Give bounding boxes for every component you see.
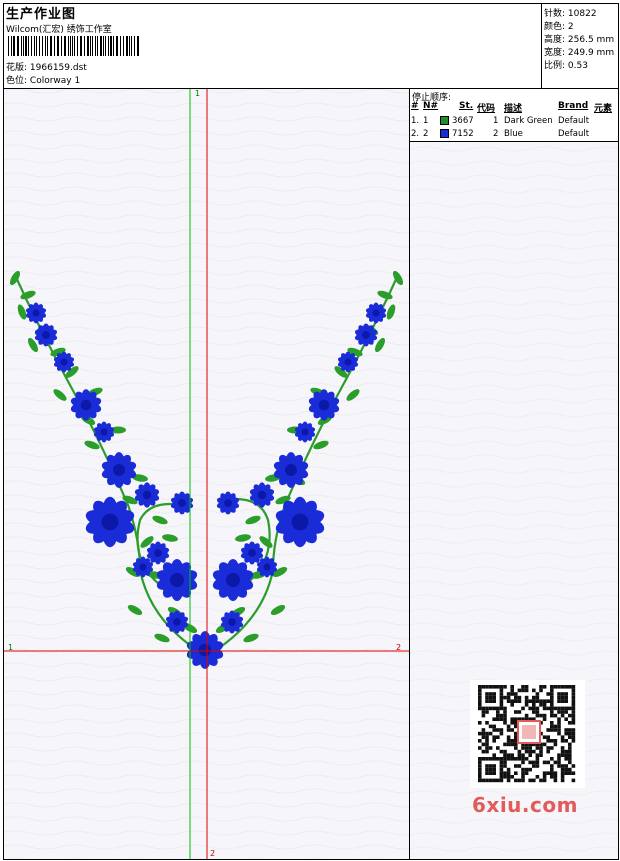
stat-width: 宽度: 249.9 mm	[544, 48, 615, 58]
qr-code-image	[470, 680, 585, 788]
embroidery-design	[4, 89, 409, 859]
col-header-brand: Brand	[558, 101, 589, 111]
stat-scale: 比例: 0.53	[544, 61, 588, 71]
barcode	[8, 36, 139, 56]
red-axis-bottom-label: 2	[210, 849, 216, 858]
pattern-value: 1966159.dst	[29, 63, 87, 73]
stat-stitches: 针数: 10822	[544, 9, 597, 19]
red-axis-left-label: 1	[8, 643, 14, 652]
stat-colors: 颜色: 2	[544, 22, 574, 32]
color-swatch	[440, 116, 449, 125]
software-subtitle: Wilcom(汇宏) 绣饰工作室	[6, 25, 112, 35]
colorway-label: 色位:	[6, 76, 28, 86]
col-header-element: 元素	[594, 104, 613, 114]
watermark-text: 6xiu.com	[472, 793, 578, 817]
stat-height: 高度: 256.5 mm	[544, 35, 615, 45]
pattern-label: 花版:	[6, 63, 28, 73]
pattern-row: 花版: 1966159.dst	[6, 60, 87, 73]
col-header-index: #	[411, 101, 419, 111]
colorway-value: Colorway 1	[29, 76, 81, 86]
page-title: 生产作业图	[6, 7, 77, 22]
col-header-code: 代码	[477, 104, 496, 114]
col-header-description: 描述	[504, 104, 523, 114]
col-header-stitches: St.	[459, 101, 474, 111]
colorway-row: 色位: Colorway 1	[6, 73, 80, 86]
color-swatch	[440, 129, 449, 138]
red-axis-right-label: 2	[396, 643, 402, 652]
col-header-number: N#	[423, 101, 439, 111]
green-axis-label: 1	[195, 89, 201, 98]
